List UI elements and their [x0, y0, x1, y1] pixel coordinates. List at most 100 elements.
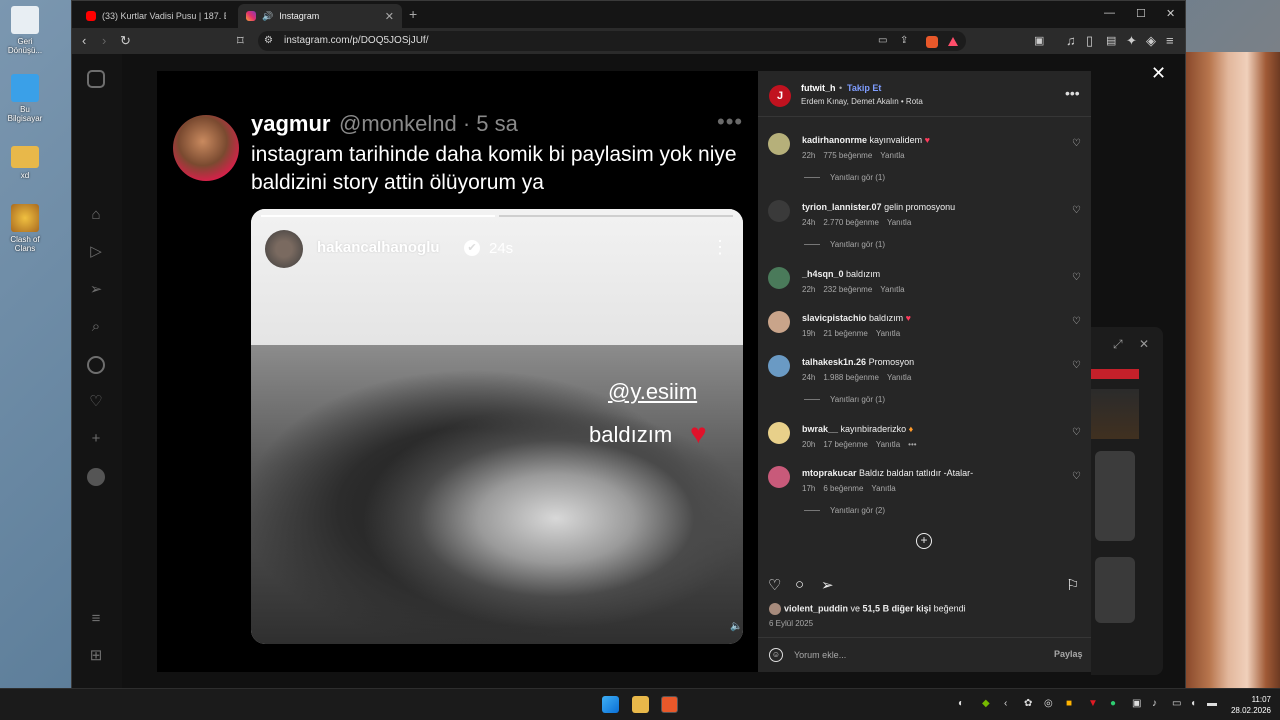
reply-button[interactable]: Yanıtla	[876, 440, 900, 449]
reading-list-icon[interactable]: ▯	[1086, 33, 1093, 49]
music-icon[interactable]: ♫	[1066, 33, 1076, 49]
like-comment-icon[interactable]: ♡	[1072, 205, 1081, 216]
network-icon[interactable]: ▭	[1172, 698, 1181, 709]
forward-icon[interactable]: ›	[102, 33, 106, 49]
cast-icon[interactable]: ▭	[878, 33, 887, 49]
mute-icon[interactable]: 🔈	[730, 621, 742, 632]
back-icon[interactable]: ‹	[82, 33, 86, 49]
comment-likes[interactable]: 2.770 beğenme	[823, 218, 879, 227]
tab-youtube[interactable]: (33) Kurtlar Vadisi Pusu | 187. Bölüm	[78, 4, 234, 28]
view-replies-button[interactable]: Yanıtları gör (1)	[804, 395, 885, 404]
start-icon[interactable]	[602, 696, 619, 713]
reply-button[interactable]: Yanıtla	[871, 484, 895, 493]
more-options-icon[interactable]: •••	[1065, 85, 1080, 101]
tray-app-icon[interactable]: ●	[1110, 698, 1116, 709]
home-icon[interactable]: ⌂	[87, 206, 105, 224]
like-comment-icon[interactable]: ♡	[1072, 360, 1081, 371]
comment-likes[interactable]: 17 beğenme	[823, 440, 867, 449]
close-modal-icon[interactable]: ✕	[1151, 63, 1166, 84]
brave-rewards-icon[interactable]	[948, 37, 958, 46]
comment-likes[interactable]: 232 beğenme	[823, 285, 872, 294]
comment-options-icon[interactable]: •••	[908, 440, 916, 449]
like-comment-icon[interactable]: ♡	[1072, 471, 1081, 482]
comment-username[interactable]: tyrion_lannister.07	[802, 202, 882, 212]
comment-username[interactable]: kadirhanonrme	[802, 135, 867, 145]
reply-button[interactable]: Yanıtla	[887, 218, 911, 227]
desktop-icon-xd-folder[interactable]: xd	[2, 142, 48, 180]
tray-app-icon[interactable]: ‹	[1004, 698, 1007, 709]
sidebar-toggle-icon[interactable]: ▣	[1034, 33, 1044, 49]
close-tab-icon[interactable]: ✕	[385, 10, 394, 23]
comment-avatar[interactable]	[768, 355, 790, 377]
comment-username[interactable]: bwrak__	[802, 424, 838, 434]
brave-browser-icon[interactable]	[661, 696, 678, 713]
desktop-icon-recycle-bin[interactable]: Geri Dönüşü...	[2, 6, 48, 55]
microphone-icon[interactable]: ♪	[1152, 698, 1157, 709]
comment-username[interactable]: mtoprakucar	[802, 468, 857, 478]
follow-button[interactable]: Takip Et	[847, 83, 881, 93]
nvidia-icon[interactable]: ◆	[982, 698, 990, 709]
battery-icon[interactable]: ▬	[1207, 698, 1217, 709]
menu-icon[interactable]: ≡	[1166, 33, 1174, 49]
comment-avatar[interactable]	[768, 133, 790, 155]
comment-avatar[interactable]	[768, 311, 790, 333]
brave-shields-icon[interactable]	[926, 36, 938, 48]
comment-likes[interactable]: 1.988 beğenme	[823, 373, 879, 382]
comment-likes[interactable]: 6 beğenme	[823, 484, 863, 493]
explore-icon[interactable]	[87, 356, 105, 374]
comment-likes[interactable]: 775 beğenme	[823, 151, 872, 160]
system-clock[interactable]: 11:07 28.02.2026	[1227, 694, 1271, 716]
view-replies-button[interactable]: Yanıtları gör (2)	[804, 506, 885, 515]
also-from-meta-icon[interactable]: ⊞	[87, 647, 105, 665]
reload-icon[interactable]: ↻	[120, 33, 131, 49]
tray-app-icon[interactable]: ■	[1066, 698, 1072, 709]
comment-username[interactable]: talhakesk1n.26	[802, 357, 866, 367]
reply-button[interactable]: Yanıtla	[880, 285, 904, 294]
notifications-icon[interactable]: ♡	[87, 393, 105, 411]
comment-input[interactable]	[794, 646, 1034, 664]
speaker-icon[interactable]: 🔊	[262, 11, 273, 22]
tab-instagram[interactable]: 🔊 Instagram ✕	[238, 4, 402, 28]
tray-app-icon[interactable]: ▼	[1088, 698, 1098, 709]
view-replies-button[interactable]: Yanıtları gör (1)	[804, 240, 885, 249]
like-icon[interactable]: ♡	[768, 576, 781, 594]
comment-avatar[interactable]	[768, 267, 790, 289]
search-icon[interactable]: ⌕	[87, 318, 105, 336]
likes-count[interactable]: 51,5 B diğer kişi	[863, 603, 932, 613]
comment-username[interactable]: slavicpistachio	[802, 313, 867, 323]
audio-attribution[interactable]: Erdem Kınay, Demet Akalın • Rota	[801, 97, 923, 106]
view-replies-button[interactable]: Yanıtları gör (1)	[804, 173, 885, 182]
likes-summary[interactable]: violent_puddin ve 51,5 B diğer kişi beğe…	[769, 603, 966, 615]
reels-icon[interactable]: ▷	[87, 243, 105, 261]
share-icon[interactable]: ➢	[821, 576, 834, 594]
vpn-icon[interactable]: ◈	[1146, 33, 1156, 49]
instagram-logo-icon[interactable]	[87, 70, 105, 88]
author-avatar[interactable]: J	[769, 85, 791, 107]
comment-likes[interactable]: 21 beğenme	[823, 329, 867, 338]
comment-avatar[interactable]	[768, 466, 790, 488]
save-icon[interactable]: ⚐	[1066, 576, 1079, 594]
profile-avatar[interactable]	[87, 468, 105, 486]
site-settings-icon[interactable]: ⚙	[264, 33, 273, 49]
reply-button[interactable]: Yanıtla	[880, 151, 904, 160]
file-explorer-icon[interactable]	[632, 696, 649, 713]
share-page-icon[interactable]: ⇪	[900, 33, 908, 49]
desktop-icon-clash-of-clans[interactable]: Clash of Clans	[2, 204, 48, 253]
more-menu-icon[interactable]: ≡	[87, 610, 105, 628]
wallet-icon[interactable]: ▤	[1106, 33, 1116, 49]
maximize-icon[interactable]: ☐	[1136, 7, 1146, 20]
emoji-icon[interactable]: ☺	[769, 648, 783, 662]
bookmark-icon[interactable]: ⌑	[237, 33, 244, 49]
close-window-icon[interactable]: ✕	[1166, 7, 1175, 20]
reply-button[interactable]: Yanıtla	[887, 373, 911, 382]
comment-avatar[interactable]	[768, 200, 790, 222]
direct-icon[interactable]: ➢	[87, 281, 105, 299]
leo-ai-icon[interactable]: ✦	[1126, 33, 1137, 49]
create-icon[interactable]: +	[87, 430, 105, 448]
load-more-comments-icon[interactable]: +	[916, 533, 932, 549]
volume-icon[interactable]: ◖	[1190, 698, 1196, 709]
expand-icon[interactable]: ⤢	[1113, 337, 1123, 352]
liker-username[interactable]: violent_puddin	[784, 603, 848, 613]
tray-app-icon[interactable]: ◎	[1044, 698, 1053, 709]
like-comment-icon[interactable]: ♡	[1072, 272, 1081, 283]
